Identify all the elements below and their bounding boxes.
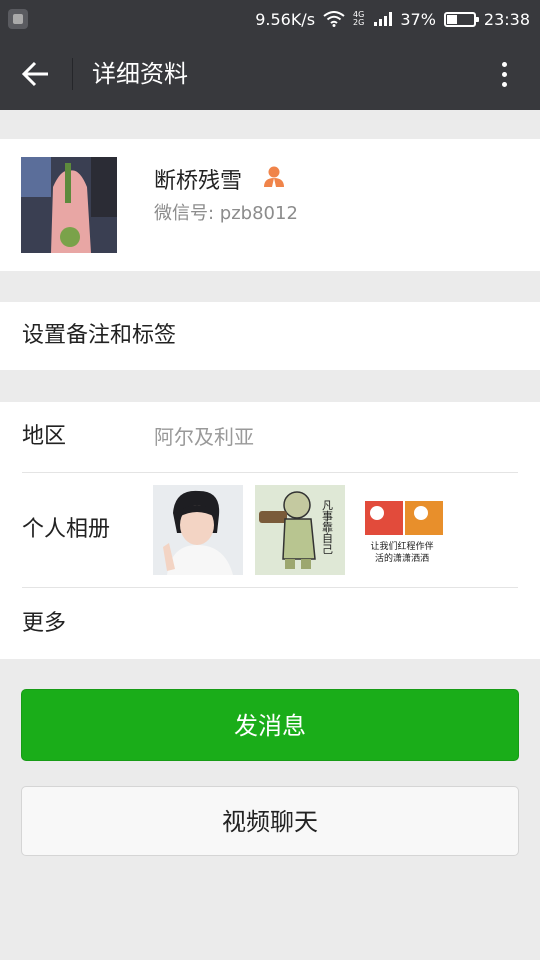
status-indicators: 9.56K/s 4G 2G 37% 23:38 (255, 0, 530, 38)
battery-percent: 37% (400, 9, 436, 29)
notification-icon (8, 9, 28, 29)
net-speed: 9.56K/s (255, 9, 316, 29)
more-options-button[interactable] (486, 56, 522, 92)
profile-card: 断桥残雪 微信号: pzb8012 (0, 139, 540, 271)
region-label: 地区 (22, 424, 67, 449)
send-message-button[interactable]: 发消息 (21, 689, 519, 761)
svg-text:让我们红程作伴: 让我们红程作伴 (370, 540, 433, 552)
remark-tags-row[interactable]: 设置备注和标签 (0, 302, 540, 370)
info-card: 地区 阿尔及利亚 个人相册 凡事靠自己 让我们红程作伴 活的潇潇洒洒 更多 (0, 402, 540, 659)
network-type: 4G 2G (353, 10, 365, 27)
battery-icon (443, 11, 479, 27)
more-label: 更多 (22, 611, 67, 636)
more-row[interactable]: 更多 (0, 588, 540, 659)
region-value: 阿尔及利亚 (154, 425, 254, 449)
svg-text:凡事靠自己: 凡事靠自己 (321, 500, 334, 555)
album-photo-3: 让我们红程作伴 活的潇潇洒洒 (357, 485, 447, 575)
album-label: 个人相册 (22, 517, 111, 542)
album-row[interactable]: 个人相册 凡事靠自己 让我们红程作伴 活的潇潇洒洒 (0, 473, 540, 587)
album-photo-2: 凡事靠自己 (255, 485, 345, 575)
person-icon (262, 164, 286, 188)
wifi-icon (323, 11, 345, 27)
more-vertical-icon (501, 61, 507, 67)
avatar[interactable] (21, 157, 117, 253)
album-photo-1 (153, 485, 243, 575)
remark-tags-label: 设置备注和标签 (22, 323, 177, 348)
clock: 23:38 (483, 9, 530, 29)
page-title: 详细资料 (92, 60, 188, 88)
region-row: 地区 阿尔及利亚 (0, 402, 540, 472)
video-chat-button[interactable]: 视频聊天 (21, 786, 519, 856)
album-thumbnails: 凡事靠自己 让我们红程作伴 活的潇潇洒洒 (153, 485, 447, 575)
title-bar: 详细资料 (0, 38, 540, 110)
nickname: 断桥残雪 (154, 169, 243, 194)
status-bar: 9.56K/s 4G 2G 37% 23:38 (0, 0, 540, 38)
wechat-id: 微信号: pzb8012 (154, 203, 298, 224)
back-button[interactable] (16, 54, 56, 94)
arrow-left-icon (22, 61, 48, 87)
svg-text:活的潇潇洒洒: 活的潇潇洒洒 (375, 552, 429, 564)
signal-icon (374, 12, 393, 26)
title-divider (72, 58, 73, 90)
